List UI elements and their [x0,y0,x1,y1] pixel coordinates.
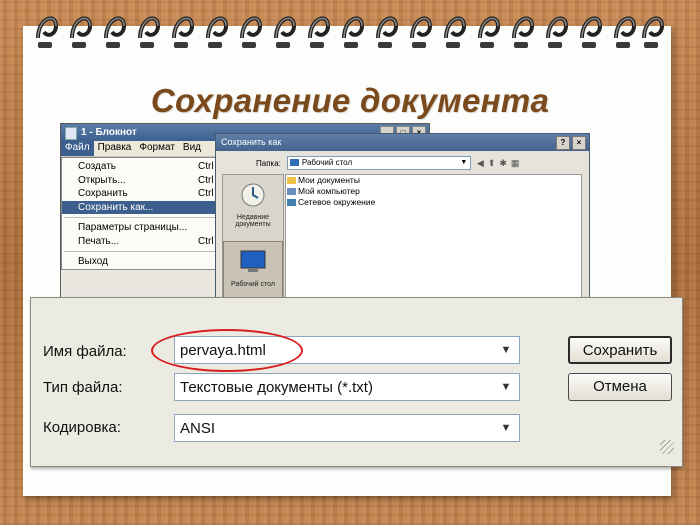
menu-separator [64,217,215,218]
network-icon [287,199,296,206]
up-folder-icon[interactable]: ⬆ [488,158,496,169]
save-dialog-title: Сохранить как [221,137,282,147]
menu-separator [64,251,215,252]
filename-label: Имя файла: [43,343,127,360]
notepad-icon [65,127,77,140]
chevron-down-icon[interactable]: ▼ [497,420,515,437]
computer-icon [287,188,296,195]
chevron-down-icon[interactable]: ▼ [497,379,515,396]
help-button[interactable]: ? [556,136,570,150]
spiral-rings [36,16,664,50]
places-bar: Недавние документы Рабочий стол [222,174,284,311]
list-item[interactable]: Мои документы [286,175,581,186]
folder-label: Папка: [256,158,281,168]
view-menu-icon[interactable]: ▦ [511,158,520,169]
notepad-title: 1 - Блокнот [81,127,137,138]
slide-title: Сохранение документа [150,82,550,119]
chevron-down-icon: ▼ [460,159,468,166]
cancel-button[interactable]: Отмена [568,373,672,401]
menu-item-page-setup[interactable]: Параметры страницы... [62,221,217,235]
recent-documents-icon [241,183,265,207]
menu-item-open[interactable]: Открыть... Ctrl [62,174,217,188]
folder-icon [287,177,296,184]
resize-grip-icon[interactable] [660,440,674,454]
new-folder-icon[interactable]: ✱ [499,158,507,169]
save-dialog-titlebar: Сохранить как ? × [216,134,589,151]
filetype-select[interactable]: Текстовые документы (*.txt) ▼ [174,373,520,401]
save-options-panel: Имя файла: pervaya.html ▼ Тип файла: Тек… [30,297,683,467]
list-item[interactable]: Мой компьютер [286,186,581,197]
menu-item-print[interactable]: Печать... Ctrl [62,235,217,249]
menu-view[interactable]: Вид [179,141,205,156]
menu-item-exit[interactable]: Выход [62,255,217,269]
encoding-select[interactable]: ANSI ▼ [174,414,520,442]
menu-item-save-as[interactable]: Сохранить как... [62,200,217,214]
menu-edit[interactable]: Правка [94,141,136,156]
filename-highlight-oval [151,329,303,372]
menu-format[interactable]: Формат [135,141,179,156]
place-recent-documents[interactable]: Недавние документы [223,175,283,241]
dialog-close-button[interactable]: × [572,136,586,150]
folder-select[interactable]: Рабочий стол ▼ [286,156,471,170]
menu-file[interactable]: Файл [61,141,94,156]
menu-item-save[interactable]: Сохранить Ctrl [62,187,217,201]
desktop-icon [240,250,266,272]
list-item[interactable]: Сетевое окружение [286,197,581,208]
back-icon[interactable]: ◀ [477,158,484,169]
file-list: Мои документы Мой компьютер Сетевое окру… [285,174,582,311]
file-menu-dropdown: Создать Ctrl Открыть... Ctrl Сохранить Ctrl… [61,157,218,270]
save-as-dialog: Сохранить как ? × Папка: Рабочий стол ▼ … [215,133,590,311]
encoding-label: Кодировка: [43,419,121,436]
chevron-down-icon[interactable]: ▼ [497,342,515,359]
menu-item-new[interactable]: Создать Ctrl [62,160,217,174]
filetype-label: Тип файла: [43,379,123,396]
save-button[interactable]: Сохранить [568,336,672,364]
